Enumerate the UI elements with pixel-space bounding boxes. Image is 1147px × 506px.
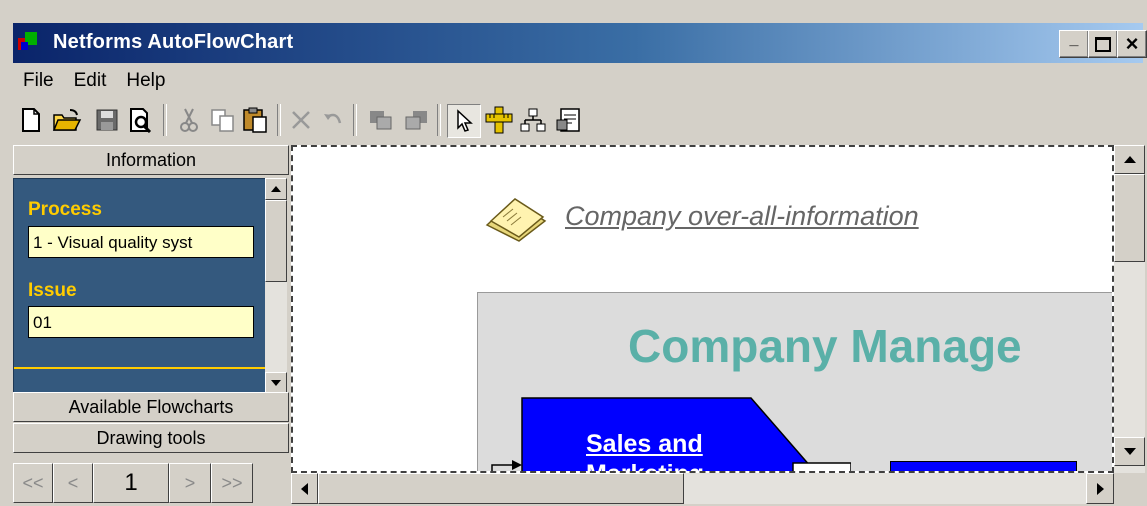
menu-edit[interactable]: Edit xyxy=(64,66,117,96)
scroll-down-button[interactable] xyxy=(1114,437,1145,466)
app-window: Netforms AutoFlowChart _ × File Edit Hel… xyxy=(0,0,1147,506)
last-page-button[interactable]: >> xyxy=(211,463,253,503)
title-bar[interactable]: Netforms AutoFlowChart _ × xyxy=(13,23,1147,63)
close-button[interactable]: × xyxy=(1117,30,1147,58)
print-preview-button[interactable] xyxy=(125,104,157,136)
process-shape-2[interactable] xyxy=(890,461,1077,471)
document-stack-icon xyxy=(485,198,547,242)
connector-arrow-icon xyxy=(491,460,522,471)
drawing-tools-tab[interactable]: Drawing tools xyxy=(13,423,289,453)
process-field[interactable]: 1 - Visual quality syst xyxy=(28,226,254,258)
pointer-button[interactable] xyxy=(447,104,481,138)
paste-icon xyxy=(243,107,267,133)
close-icon: × xyxy=(1125,31,1139,56)
copy-icon xyxy=(211,109,234,132)
open-icon xyxy=(52,109,82,131)
scroll-up-button[interactable] xyxy=(265,178,287,200)
properties-button[interactable] xyxy=(553,104,585,136)
paste-button[interactable] xyxy=(239,104,271,136)
scroll-left-button[interactable] xyxy=(291,473,318,504)
scroll-right-button[interactable] xyxy=(1086,473,1114,504)
vertical-scrollbar[interactable] xyxy=(1114,145,1145,473)
information-box: Process 1 - Visual quality syst Issue 01 xyxy=(13,178,267,396)
arrow-down-icon xyxy=(1123,448,1136,455)
available-flowcharts-tab[interactable]: Available Flowcharts xyxy=(13,392,289,422)
window-title: Netforms AutoFlowChart xyxy=(53,31,294,53)
open-button[interactable] xyxy=(51,104,83,136)
toolbar xyxy=(13,98,1143,142)
divider xyxy=(14,367,266,369)
prev-page-button[interactable]: < xyxy=(53,463,93,503)
app-logo-icon xyxy=(18,32,37,50)
issue-label: Issue xyxy=(28,280,77,301)
hierarchy-icon xyxy=(520,108,546,132)
shape-label-line2: Marketing xyxy=(586,459,704,471)
information-tab[interactable]: Information xyxy=(13,145,289,175)
copy-button[interactable] xyxy=(207,104,239,136)
arrow-up-icon xyxy=(1123,156,1136,163)
cut-button[interactable] xyxy=(173,104,205,136)
send-back-icon xyxy=(405,111,427,130)
issue-field[interactable]: 01 xyxy=(28,306,254,338)
print-preview-icon xyxy=(130,108,152,133)
undo-button[interactable] xyxy=(317,104,349,136)
ruler-button[interactable] xyxy=(483,104,515,136)
ruler-icon xyxy=(485,106,513,134)
scrollbar-corner xyxy=(1114,473,1145,504)
toolbar-separator xyxy=(163,104,167,136)
delete-icon xyxy=(292,111,310,129)
pointer-icon xyxy=(457,109,473,132)
minimize-icon: _ xyxy=(1069,31,1079,48)
minimize-button[interactable]: _ xyxy=(1059,30,1089,58)
panel-title: Company Manage xyxy=(628,320,1022,372)
shape-label[interactable]: Sales and Marketing xyxy=(586,429,704,471)
scroll-thumb[interactable] xyxy=(318,473,684,504)
shape-label-line1: Sales and xyxy=(586,430,703,458)
save-button[interactable] xyxy=(91,104,123,136)
maximize-button[interactable] xyxy=(1088,30,1118,58)
menu-bar: File Edit Help xyxy=(13,66,175,96)
info-scrollbar[interactable] xyxy=(265,178,287,394)
cut-icon xyxy=(180,108,198,132)
maximize-icon xyxy=(1095,36,1111,52)
delete-button[interactable] xyxy=(285,104,317,136)
first-page-button[interactable]: << xyxy=(13,463,53,503)
next-page-button[interactable]: > xyxy=(169,463,211,503)
new-button[interactable] xyxy=(15,104,47,136)
process-label: Process xyxy=(28,199,102,220)
bring-front-button[interactable] xyxy=(365,104,397,136)
new-icon xyxy=(22,108,40,132)
arrow-down-icon xyxy=(271,380,281,386)
horizontal-scrollbar[interactable] xyxy=(291,473,1114,504)
save-icon xyxy=(96,109,118,131)
arrow-right-icon xyxy=(1096,482,1104,495)
page-number: 1 xyxy=(93,463,169,503)
page-navigator: << < 1 > >> xyxy=(13,463,287,503)
send-back-button[interactable] xyxy=(401,104,433,136)
arrow-up-icon xyxy=(271,186,281,192)
arrow-left-icon xyxy=(301,482,308,495)
scroll-thumb[interactable] xyxy=(1114,174,1145,262)
company-management-panel: Company Manage Sales and Marketing xyxy=(477,292,1112,471)
toolbar-separator xyxy=(353,104,357,136)
undo-icon xyxy=(324,113,342,124)
toolbar-separator xyxy=(277,104,281,136)
scroll-thumb[interactable] xyxy=(265,200,287,282)
menu-help[interactable]: Help xyxy=(116,66,175,96)
toolbar-separator xyxy=(437,104,441,136)
left-panel: Information Process 1 - Visual quality s… xyxy=(13,145,289,506)
company-info-link[interactable]: Company over-all-information xyxy=(565,201,919,232)
flowchart-canvas[interactable]: Company over-all-information Company Man… xyxy=(291,145,1114,473)
menu-file[interactable]: File xyxy=(13,66,64,96)
properties-icon xyxy=(556,108,580,132)
bring-front-icon xyxy=(370,111,392,130)
scroll-down-button[interactable] xyxy=(265,372,287,394)
hierarchy-button[interactable] xyxy=(517,104,549,136)
scroll-up-button[interactable] xyxy=(1114,145,1145,174)
